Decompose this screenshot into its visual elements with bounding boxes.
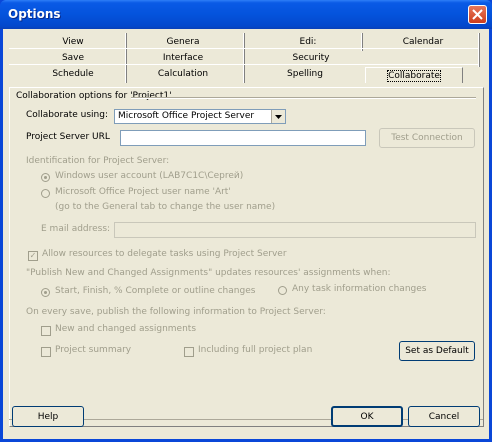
tab-schedule[interactable]: Schedule <box>43 69 103 79</box>
title-bar[interactable]: Options <box>0 0 492 29</box>
section-divider <box>131 97 476 99</box>
project-user-label: Microsoft Office Project user name 'Art' <box>55 187 231 197</box>
tab-label: Schedule <box>52 69 94 79</box>
tab-divider <box>243 33 245 83</box>
including-full-label: Including full project plan <box>198 345 313 355</box>
tab-label: Genera <box>166 37 200 47</box>
collaborate-using-label: Collaborate using: <box>26 110 109 120</box>
tab-label: Interface <box>162 53 204 63</box>
tab-label: Collaborate <box>387 70 441 82</box>
allow-delegate-checkbox[interactable]: ✓ <box>28 251 38 261</box>
windows-account-radio[interactable] <box>41 173 50 182</box>
section-title: Collaboration options for 'Project1' <box>16 91 172 101</box>
chevron-down-icon <box>275 114 282 119</box>
tab-calculation[interactable]: Calculation <box>153 69 213 79</box>
tab-calendar[interactable]: Calendar <box>393 37 453 47</box>
project-user-radio[interactable] <box>41 189 50 198</box>
tab-interface[interactable]: Interface <box>153 53 213 63</box>
tab-edit[interactable]: Edi: <box>288 37 328 47</box>
tab-label: Edi: <box>299 37 317 47</box>
project-user-note: (go to the General tab to change the use… <box>55 202 276 212</box>
button-label: Cancel <box>428 411 460 422</box>
on-save-label: On every save, publish the following inf… <box>26 307 326 317</box>
combo-dropdown-button[interactable] <box>271 110 285 123</box>
publish-note: "Publish New and Changed Assignments" up… <box>26 268 391 278</box>
tab-label: Calendar <box>402 37 444 47</box>
tab-divider <box>478 33 480 67</box>
help-button[interactable]: Help <box>12 406 84 427</box>
dialog-title: Options <box>8 7 61 21</box>
new-changed-checkbox[interactable] <box>41 326 51 336</box>
email-label: E mail address: <box>41 224 111 234</box>
tab-general[interactable]: Genera <box>153 37 213 47</box>
tab-label: Calculation <box>157 69 209 79</box>
tab-save[interactable]: Save <box>53 53 93 63</box>
identification-label: Identification for Project Server: <box>26 156 170 166</box>
any-change-label: Any task information changes <box>292 284 427 294</box>
button-label: Set as Default <box>405 346 469 356</box>
tab-collaborate[interactable]: Collaborate <box>365 67 463 83</box>
windows-account-label: Windows user account (LAB7C1C\Cepreй) <box>55 171 244 181</box>
tab-security[interactable]: Security <box>281 53 341 63</box>
tab-label: Security <box>292 53 330 63</box>
tab-divider <box>125 33 127 83</box>
start-finish-label: Start, Finish, % Complete or outline cha… <box>55 286 256 296</box>
tab-label: Spelling <box>287 69 323 79</box>
allow-delegate-label: Allow resources to delegate tasks using … <box>42 249 287 259</box>
tab-label: View <box>62 37 84 47</box>
close-icon <box>472 9 483 20</box>
set-default-button[interactable]: Set as Default <box>399 341 475 361</box>
ok-button[interactable]: OK <box>331 406 403 427</box>
tab-view[interactable]: View <box>53 37 93 47</box>
server-url-input[interactable] <box>120 130 366 146</box>
tab-row-divider <box>9 64 479 65</box>
test-connection-button[interactable]: Test Connection <box>379 128 475 148</box>
any-change-radio[interactable] <box>278 286 287 295</box>
tab-label: Save <box>61 53 85 63</box>
tab-spelling[interactable]: Spelling <box>275 69 335 79</box>
new-changed-label: New and changed assignments <box>55 324 197 334</box>
collaborate-using-value: Microsoft Office Project Server <box>118 111 255 121</box>
server-url-label: Project Server URL <box>26 132 110 142</box>
button-label: Test Connection <box>391 133 463 143</box>
button-label: Help <box>37 411 59 422</box>
project-summary-checkbox[interactable] <box>41 347 51 357</box>
tab-row-divider <box>9 48 479 49</box>
project-summary-label: Project summary <box>55 345 132 355</box>
start-finish-radio[interactable] <box>41 288 50 297</box>
email-input[interactable] <box>114 222 476 238</box>
close-button[interactable] <box>468 5 487 24</box>
options-dialog: Options View Genera Edi: Calendar Save I… <box>0 0 492 442</box>
collaborate-using-select[interactable]: Microsoft Office Project Server <box>114 109 286 124</box>
dialog-client-area: View Genera Edi: Calendar Save Interface… <box>3 29 489 439</box>
button-label: OK <box>360 411 374 422</box>
cancel-button[interactable]: Cancel <box>408 406 480 427</box>
including-full-checkbox[interactable] <box>184 347 194 357</box>
